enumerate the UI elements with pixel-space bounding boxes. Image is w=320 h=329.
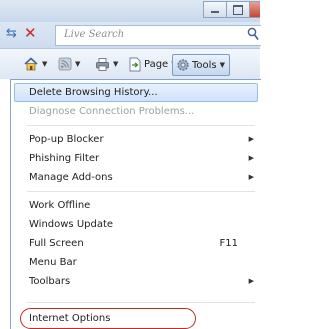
menu-item-label: Diagnose Connection Problems...: [29, 106, 195, 117]
print-button[interactable]: ▼: [95, 55, 118, 73]
menu-separator: [27, 302, 255, 303]
page-menu-button[interactable]: Page ▼: [128, 55, 177, 73]
window-titlebar: [0, 0, 260, 22]
menu-separator: [27, 125, 255, 126]
menu-item-phishing-filter[interactable]: Phishing Filter ▶: [14, 149, 258, 168]
tools-menu-label: Tools: [192, 59, 217, 71]
menu-item-full-screen[interactable]: Full Screen F11: [14, 234, 258, 253]
tools-dropdown-menu: Delete Browsing History... Diagnose Conn…: [10, 79, 261, 329]
menu-item-popup-blocker[interactable]: Pop-up Blocker ▶: [14, 130, 258, 149]
caption-buttons: [203, 1, 260, 18]
menu-item-manage-add-ons[interactable]: Manage Add-ons ▶: [14, 168, 258, 187]
maximize-icon[interactable]: [226, 1, 250, 18]
submenu-arrow-icon: ▶: [248, 154, 254, 162]
submenu-arrow-icon: ▶: [248, 173, 254, 181]
home-icon: [24, 57, 38, 71]
menu-item-label: Windows Update: [29, 219, 114, 230]
menu-item-toolbars[interactable]: Toolbars ▶: [14, 272, 258, 291]
search-input[interactable]: Live Search: [55, 25, 261, 46]
stop-icon[interactable]: ✕: [24, 26, 38, 41]
menu-item-label: Full Screen: [29, 238, 84, 249]
menu-item-label: Toolbars: [29, 276, 71, 287]
menu-item-label: Manage Add-ons: [29, 172, 113, 183]
chevron-down-icon: ▼: [219, 61, 226, 69]
search-icon[interactable]: [247, 27, 259, 41]
menu-item-diagnose-connection-problems: Diagnose Connection Problems...: [14, 102, 258, 121]
submenu-arrow-icon: ▶: [248, 277, 254, 285]
close-window-icon[interactable]: [249, 1, 260, 18]
menu-item-label: Menu Bar: [29, 257, 77, 268]
menu-item-label: Pop-up Blocker: [29, 134, 104, 145]
minimize-icon[interactable]: [203, 1, 227, 18]
menu-item-shortcut: F11: [219, 238, 238, 249]
command-bar: ▼ ▼ ▼ Page ▼ Tools ▼: [0, 49, 260, 79]
chevron-down-icon[interactable]: ▼: [75, 60, 80, 68]
page-icon: [129, 57, 141, 71]
search-placeholder: Live Search: [64, 29, 125, 40]
menu-item-label: Phishing Filter: [29, 153, 100, 164]
menu-item-windows-update[interactable]: Windows Update: [14, 215, 258, 234]
tools-menu-button[interactable]: Tools ▼: [172, 54, 231, 76]
page-menu-label: Page: [144, 58, 169, 70]
refresh-icon[interactable]: ⇆: [6, 27, 20, 41]
menu-item-work-offline[interactable]: Work Offline: [14, 196, 258, 215]
menu-separator: [27, 191, 255, 192]
feeds-button[interactable]: ▼: [58, 55, 80, 73]
menu-item-label: Work Offline: [29, 200, 91, 211]
feeds-icon: [58, 57, 72, 71]
gear-icon: [177, 59, 189, 71]
chevron-down-icon[interactable]: ▼: [113, 60, 118, 68]
chevron-down-icon[interactable]: ▼: [42, 60, 47, 68]
address-bar: ⇆ ✕ Live Search: [0, 22, 261, 49]
print-icon: [96, 57, 109, 71]
menu-item-delete-browsing-history[interactable]: Delete Browsing History...: [14, 83, 258, 102]
highlight-circle-annotation: [20, 308, 196, 329]
menu-item-menu-bar[interactable]: Menu Bar: [14, 253, 258, 272]
submenu-arrow-icon: ▶: [248, 135, 254, 143]
home-button[interactable]: ▼: [23, 55, 47, 73]
menu-item-label: Delete Browsing History...: [29, 87, 158, 98]
